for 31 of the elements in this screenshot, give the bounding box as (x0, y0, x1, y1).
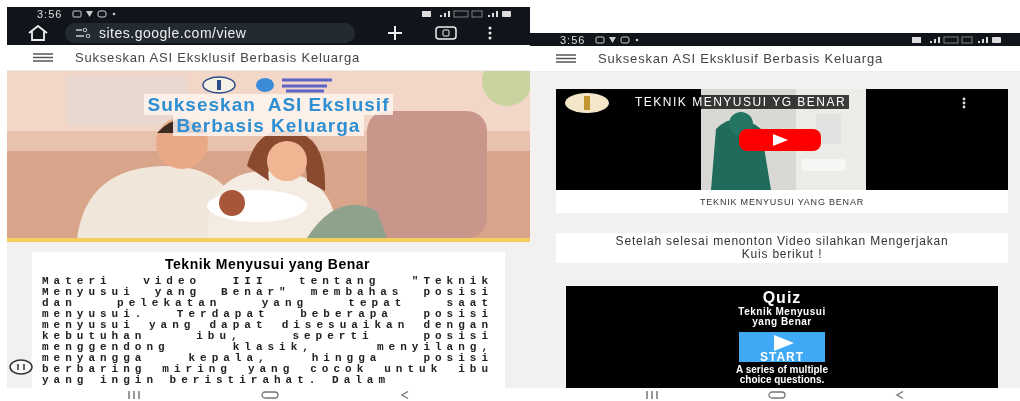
video-title[interactable]: TEKNIK MENYUSUI YG BENAR (632, 95, 850, 109)
video-player[interactable]: TEKNIK MENYUSUI YG BENAR (556, 89, 1008, 190)
banner-title: Berbasis Keluarga (172, 115, 365, 136)
play-button-icon[interactable] (739, 129, 821, 151)
emblem-icon (201, 76, 236, 94)
recorder-icon[interactable] (9, 359, 33, 375)
quiz-title: Quiz (762, 289, 802, 307)
menu-icon[interactable] (556, 54, 576, 63)
quiz-description: A series of multiple choice questions. (735, 365, 829, 385)
address-field[interactable]: sites.google.com/view (65, 22, 355, 43)
status-time: 3:56 (560, 33, 586, 46)
back-icon[interactable] (895, 390, 906, 399)
recent-apps-icon[interactable] (644, 390, 659, 399)
more-icon[interactable] (487, 25, 493, 40)
banner-title: Sukseskan ASI Ekslusif (143, 94, 394, 115)
site-settings-icon (75, 27, 91, 38)
more-icon[interactable] (962, 97, 966, 109)
tab-switcher-icon[interactable] (435, 25, 457, 40)
article-heading: Teknik Menyusui yang Benar (164, 256, 371, 272)
back-icon[interactable] (399, 390, 410, 399)
quiz-subtitle: Teknik Menyusui yang Benar (737, 307, 827, 327)
url-text: sites.google.com/view (99, 24, 247, 41)
video-caption: TEKNIK MENYUSUI YANG BENAR (556, 190, 1008, 213)
site-title[interactable]: Sukseskan ASI Eksklusif Berbasis Keluarga (75, 50, 360, 65)
menu-icon[interactable] (33, 53, 53, 62)
notice-text: Setelah selesai menonton Video silahkan Mengerjakan Kuis berikut ! (556, 233, 1008, 263)
article-text: Materi video III tentang "Teknik Menyusui yang Benar" membahas posisi dan pelekatan yang tepat saat menyusui. Terdapat beberapa posisi menyusui yang dapat disesuaikan dengan kebutuhan ibu, seperti posisi menggendong klasik, menyilang, menyangga kepala, hingga posisi berbaring miring yang cocok untuk ibu yang ingin beristirahat. Dalam (42, 276, 493, 386)
channel-avatar-icon (564, 92, 610, 114)
status-time: 3:56 (37, 7, 63, 20)
recent-apps-icon[interactable] (127, 390, 142, 399)
site-title[interactable]: Sukseskan ASI Eksklusif Berbasis Keluarga (598, 51, 883, 66)
